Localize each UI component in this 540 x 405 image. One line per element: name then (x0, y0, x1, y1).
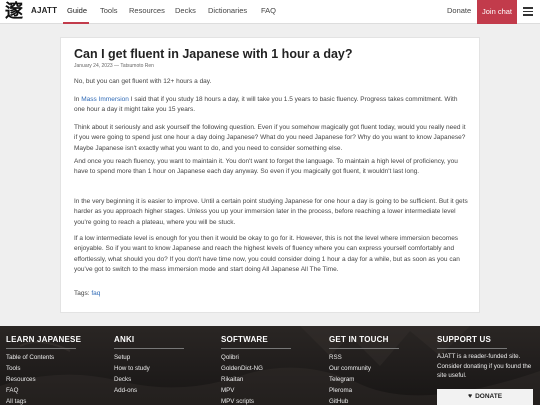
donate-label: DONATE (475, 393, 503, 400)
heart-icon: ♥ (467, 393, 473, 400)
footer-link-all-tags[interactable]: All tags (6, 396, 81, 405)
post-meta: January 24, 2023 — Tatsumoto Ren (74, 63, 154, 69)
nav-dictionaries[interactable]: Dictionaries (208, 6, 247, 15)
post-tags: Tags: faq (74, 290, 100, 297)
footer-link-addons[interactable]: Add-ons (114, 385, 184, 396)
footer-divider (221, 348, 291, 349)
footer-link-github[interactable]: GitHub (329, 396, 399, 405)
nav-faq[interactable]: FAQ (261, 6, 276, 15)
support-text: AJATT is a reader-funded site. Consider … (437, 353, 532, 379)
site-logo[interactable]: 𨗉 (4, 1, 24, 23)
tag-faq-link[interactable]: faq (91, 290, 100, 297)
footer-link-rss[interactable]: RSS (329, 352, 399, 363)
footer-link-goldendict[interactable]: GoldenDict-NG (221, 363, 291, 374)
mass-immersion-link[interactable]: Mass Immersion (81, 96, 129, 103)
footer-link-rikaitan[interactable]: Rikaitan (221, 374, 291, 385)
footer-divider (329, 348, 399, 349)
footer-support-column: SUPPORT US AJATT is a reader-funded site… (437, 335, 535, 381)
footer-link-setup[interactable]: Setup (114, 352, 184, 363)
footer-contact-heading: GET IN TOUCH (329, 335, 389, 344)
hamburger-menu-icon[interactable] (523, 7, 533, 17)
footer-link-mpv[interactable]: MPV (221, 385, 291, 396)
nav-donate[interactable]: Donate (447, 6, 471, 15)
footer-link-toc[interactable]: Table of Contents (6, 352, 81, 363)
footer-link-pleroma[interactable]: Pleroma (329, 385, 399, 396)
nav-guide[interactable]: Guide (67, 6, 87, 15)
footer-anki-column: ANKI Setup How to study Decks Add-ons (114, 335, 184, 396)
paragraph-2-post: I said that if you study 18 hours a day,… (74, 96, 458, 114)
footer-link-mpv-scripts[interactable]: MPV scripts (221, 396, 291, 405)
footer-software-heading: SOFTWARE (221, 335, 268, 344)
top-navbar: 𨗉 AJATT Guide Tools Resources Decks Dict… (0, 0, 540, 24)
footer-learn-heading: LEARN JAPANESE (6, 335, 82, 344)
post-title: Can I get fluent in Japanese with 1 hour… (74, 47, 353, 61)
footer-link-telegram[interactable]: Telegram (329, 374, 399, 385)
nav-decks[interactable]: Decks (175, 6, 196, 15)
footer-divider (6, 348, 76, 349)
footer-link-qolibri[interactable]: Qolibri (221, 352, 291, 363)
footer-divider (437, 348, 507, 349)
footer-link-faq[interactable]: FAQ (6, 385, 81, 396)
footer-link-decks[interactable]: Decks (114, 374, 184, 385)
paragraph-4: And once you reach fluency, you want to … (74, 158, 458, 176)
footer-link-how-to-study[interactable]: How to study (114, 363, 184, 374)
footer-link-tools[interactable]: Tools (6, 363, 81, 374)
footer-link-resources[interactable]: Resources (6, 374, 81, 385)
join-chat-button[interactable]: Join chat (477, 0, 517, 24)
footer-anki-heading: ANKI (114, 335, 135, 344)
paragraph-1: No, but you can get fluent with 12+ hour… (74, 78, 212, 85)
paragraph-6: If a low intermediate level is enough fo… (74, 235, 460, 273)
article-card: Can I get fluent in Japanese with 1 hour… (60, 37, 480, 313)
footer-learn-column: LEARN JAPANESE Table of Contents Tools R… (6, 335, 81, 405)
paragraph-5: In the very beginning it is easier to im… (74, 198, 468, 226)
footer-divider (114, 348, 184, 349)
tags-label: Tags: (74, 290, 92, 297)
footer-link-community[interactable]: Our community (329, 363, 399, 374)
site-brand[interactable]: AJATT (31, 6, 57, 15)
nav-active-indicator (63, 22, 89, 24)
footer-contact-column: GET IN TOUCH RSS Our community Telegram … (329, 335, 399, 405)
footer-software-column: SOFTWARE Qolibri GoldenDict-NG Rikaitan … (221, 335, 291, 405)
paragraph-3: Think about it seriously and ask yoursel… (74, 124, 466, 152)
footer-donate-button[interactable]: ♥ DONATE (437, 389, 533, 405)
nav-resources[interactable]: Resources (129, 6, 165, 15)
paragraph-2: In Mass Immersion I said that if you stu… (74, 95, 468, 116)
footer-support-heading: SUPPORT US (437, 335, 492, 344)
nav-tools[interactable]: Tools (100, 6, 118, 15)
